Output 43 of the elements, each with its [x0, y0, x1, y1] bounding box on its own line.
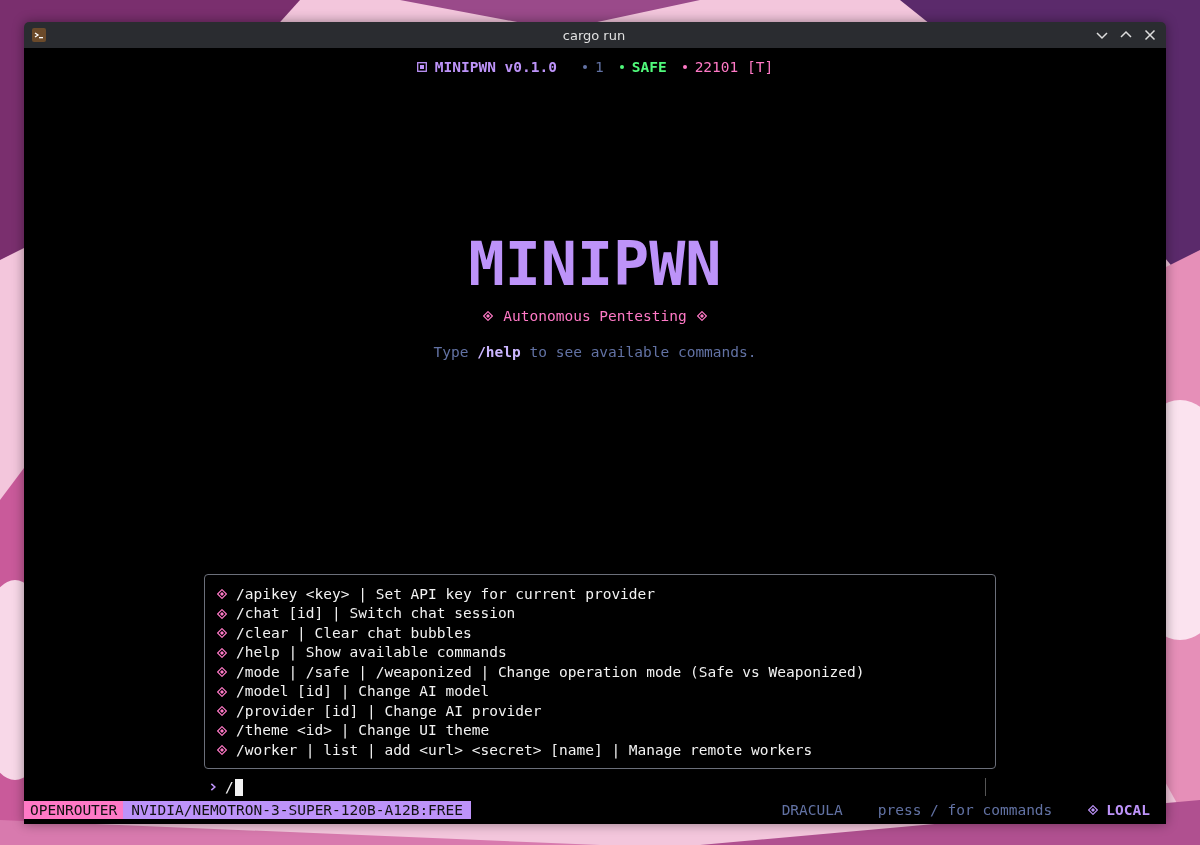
diamond-icon: [217, 628, 227, 639]
status-text: 1: [595, 59, 604, 75]
command-item[interactable]: /theme <id> | Change UI theme: [236, 721, 490, 741]
command-item[interactable]: /chat [id] | Switch chat session: [236, 604, 516, 624]
bullet-icon: [583, 65, 587, 69]
status-text: SAFE: [631, 59, 667, 75]
minimize-icon[interactable]: [1096, 29, 1108, 41]
diamond-icon: [217, 745, 227, 756]
command-input[interactable]: /: [225, 778, 986, 796]
terminal-icon: [32, 28, 46, 42]
model-label: NVIDIA/NEMOTRON-3-SUPER-120B-A12B:FREE: [123, 801, 472, 819]
diamond-icon: [217, 725, 227, 736]
text-cursor: [234, 778, 243, 796]
tagline: Autonomous Pentesting: [503, 308, 687, 324]
diamond-icon: [217, 589, 227, 600]
location-label: LOCAL: [1106, 802, 1150, 818]
close-icon[interactable]: [1144, 29, 1156, 41]
app-version: MINIPWN v0.1.0: [434, 59, 557, 75]
logo: MINIPWN: [467, 234, 723, 294]
status-text: 22101 [T]: [694, 59, 774, 75]
command-item[interactable]: /mode | /safe | /weaponized | Change operation mode (Safe vs Weaponized): [236, 662, 865, 682]
diamond-icon: [696, 311, 707, 321]
square-icon: [416, 62, 427, 72]
diamond-icon: [217, 686, 227, 697]
diamond-icon: [217, 667, 227, 678]
diamond-icon: [217, 608, 227, 619]
diamond-icon: [217, 706, 227, 717]
theme-label: DRACULA: [781, 802, 843, 818]
diamond-icon: [1088, 805, 1099, 815]
command-item[interactable]: /apikey <key> | Set API key for current provider: [236, 584, 656, 604]
command-item[interactable]: /model [id] | Change AI model: [236, 682, 490, 702]
help-hint: Type /help to see available commands.: [432, 344, 758, 360]
window-title: cargo run: [562, 27, 626, 43]
shortcut-hint: press / for commands: [877, 802, 1053, 818]
command-item[interactable]: /provider [id] | Change AI provider: [236, 701, 542, 721]
command-item[interactable]: /help | Show available commands: [236, 643, 507, 663]
bullet-icon: [682, 65, 687, 69]
command-item[interactable]: /clear | Clear chat bubbles: [236, 623, 472, 643]
diamond-icon: [483, 311, 494, 321]
bullet-icon: [619, 65, 624, 69]
provider-label: OPENROUTER: [24, 801, 124, 819]
diamond-icon: [217, 647, 227, 658]
command-item[interactable]: /worker | list | add <url> <secret> [name] | Manage remote workers: [236, 740, 813, 760]
